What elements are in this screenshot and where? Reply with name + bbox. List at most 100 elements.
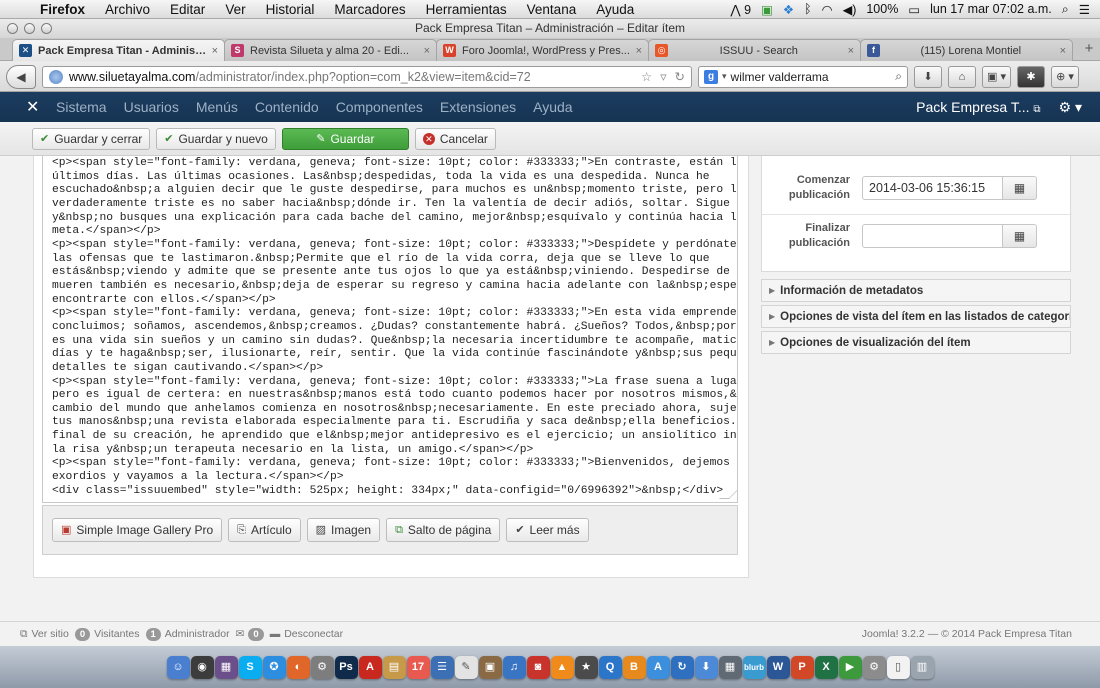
- accordion-item-view[interactable]: ▶ Opciones de visualización del ítem: [761, 331, 1071, 354]
- tab-close-icon[interactable]: ×: [848, 45, 854, 57]
- jmenu-usuarios[interactable]: Usuarios: [124, 99, 179, 115]
- menu-herramientas[interactable]: Herramientas: [416, 2, 517, 17]
- menu-button[interactable]: ⊕ ▾: [1050, 65, 1079, 88]
- tab-issuu[interactable]: ◎ ISSUU - Search ×: [648, 39, 861, 61]
- menu-editar[interactable]: Editar: [160, 2, 215, 17]
- search-icon[interactable]: ⌕: [895, 69, 902, 84]
- logout-link[interactable]: ▬ Desconectar: [270, 628, 343, 640]
- jmenu-extensiones[interactable]: Extensiones: [440, 99, 516, 115]
- mission-control-dock-icon[interactable]: ▦: [214, 655, 238, 679]
- tab-foro[interactable]: W Foro Joomla!, WordPress y Pres... ×: [436, 39, 649, 61]
- preview-dock-icon[interactable]: ▣: [478, 655, 502, 679]
- menu-archivo[interactable]: Archivo: [95, 2, 160, 17]
- dashboard-dock-icon[interactable]: ◉: [190, 655, 214, 679]
- downloads-button[interactable]: ⬇: [914, 65, 942, 88]
- notification-center-icon[interactable]: ☰: [1079, 2, 1090, 17]
- imovie-dock-icon[interactable]: ★: [574, 655, 598, 679]
- view-site-link[interactable]: ⧉ Ver sitio: [20, 628, 69, 641]
- notes-dock-icon[interactable]: ☰: [430, 655, 454, 679]
- calendar-dock-icon[interactable]: 17: [406, 655, 430, 679]
- menu-ver[interactable]: Ver: [215, 2, 255, 17]
- trash-dock-icon[interactable]: ▥: [910, 655, 934, 679]
- readmore-button[interactable]: ✔ Leer más: [506, 518, 589, 542]
- word-dock-icon[interactable]: W: [766, 655, 790, 679]
- user-gear-icon[interactable]: ⚙ ▾: [1059, 99, 1082, 116]
- tab-close-icon[interactable]: ×: [424, 45, 430, 57]
- bluetooth-icon[interactable]: ᛒ: [804, 2, 812, 16]
- accordion-metadata[interactable]: ▶ Información de metadatos: [761, 279, 1071, 302]
- cancel-button[interactable]: ✕ Cancelar: [414, 127, 496, 150]
- minimize-window-button[interactable]: [24, 23, 35, 34]
- menu-ventana[interactable]: Ventana: [517, 2, 587, 17]
- url-bar[interactable]: www.siluetayalma.com/administrator/index…: [42, 65, 692, 88]
- acrobat-dock-icon[interactable]: A: [358, 655, 382, 679]
- reload-icon[interactable]: ↻: [675, 69, 685, 84]
- bookmarks-button[interactable]: ▣ ▾: [982, 65, 1011, 88]
- adobe-icon[interactable]: ⋀ 9: [730, 2, 751, 17]
- save-close-button[interactable]: ✔ Guardar y cerrar: [32, 127, 151, 150]
- menu-app-name[interactable]: Firefox: [30, 2, 95, 17]
- tab-admin[interactable]: ✕ Pack Empresa Titan - Administ... ×: [12, 39, 225, 61]
- google-icon[interactable]: g: [704, 69, 718, 84]
- bookmark-star-icon[interactable]: ☆: [641, 69, 652, 84]
- jmenu-contenido[interactable]: Contenido: [255, 99, 319, 115]
- search-bar[interactable]: g ▾ wilmer valderrama ⌕: [698, 65, 908, 88]
- jmenu-sistema[interactable]: Sistema: [56, 99, 107, 115]
- blurb-dock-icon[interactable]: blurb: [742, 655, 766, 679]
- powerpoint-dock-icon[interactable]: P: [790, 655, 814, 679]
- search-input[interactable]: wilmer valderrama: [731, 70, 892, 84]
- menu-historial[interactable]: Historial: [256, 2, 325, 17]
- close-window-button[interactable]: [7, 23, 18, 34]
- app-store-dock-icon[interactable]: A: [646, 655, 670, 679]
- dropdown-arrow-icon[interactable]: ▿: [660, 69, 666, 84]
- evernote-icon[interactable]: ▣: [761, 2, 773, 17]
- spotlight-icon[interactable]: ⌕: [1062, 2, 1069, 17]
- jmenu-componentes[interactable]: Componentes: [336, 99, 423, 115]
- battery-percent[interactable]: 100%: [866, 2, 898, 16]
- dropbox-icon[interactable]: ❖: [783, 2, 794, 17]
- migration-dock-icon[interactable]: ↻: [670, 655, 694, 679]
- photoshop-dock-icon[interactable]: Ps: [334, 655, 358, 679]
- site-name-link[interactable]: Pack Empresa T... ⧉: [916, 99, 1040, 115]
- media-player-dock-icon[interactable]: ▶: [838, 655, 862, 679]
- document-dock-icon[interactable]: ▯: [886, 655, 910, 679]
- skype-dock-icon[interactable]: S: [238, 655, 262, 679]
- joomla-logo-icon[interactable]: ✕: [26, 97, 44, 117]
- vlc-dock-icon[interactable]: ▲: [550, 655, 574, 679]
- calculator-dock-icon[interactable]: ▦: [718, 655, 742, 679]
- tab-close-icon[interactable]: ×: [636, 45, 642, 57]
- tab-close-icon[interactable]: ×: [1060, 45, 1066, 57]
- ibooks-dock-icon[interactable]: B: [622, 655, 646, 679]
- back-button[interactable]: ◀: [6, 64, 36, 89]
- downloads-dock-icon[interactable]: ⬇: [694, 655, 718, 679]
- calendar-icon[interactable]: ▦: [1003, 224, 1037, 248]
- tab-facebook[interactable]: f (115) Lorena Montiel ×: [860, 39, 1073, 61]
- messages-status[interactable]: ✉ 0: [236, 627, 264, 641]
- jmenu-menus[interactable]: Menús: [196, 99, 238, 115]
- save-new-button[interactable]: ✔ Guardar y nuevo: [156, 127, 276, 150]
- volume-icon[interactable]: ◀): [843, 2, 857, 17]
- zoom-window-button[interactable]: [41, 23, 52, 34]
- photo-booth-dock-icon[interactable]: ◙: [526, 655, 550, 679]
- pagebreak-button[interactable]: ⧉ Salto de página: [386, 518, 501, 542]
- search-engine-dropdown-icon[interactable]: ▾: [722, 71, 727, 82]
- folder-dock-icon[interactable]: ▤: [382, 655, 406, 679]
- excel-dock-icon[interactable]: X: [814, 655, 838, 679]
- wifi-icon[interactable]: ◠: [822, 2, 833, 17]
- menu-ayuda[interactable]: Ayuda: [586, 2, 644, 17]
- start-publishing-input[interactable]: 2014-03-06 15:36:15: [862, 176, 1003, 200]
- addon-button[interactable]: ✱: [1016, 65, 1045, 88]
- itunes-dock-icon[interactable]: ♫: [502, 655, 526, 679]
- safari-dock-icon[interactable]: ✪: [262, 655, 286, 679]
- gallery-button[interactable]: ▣ Simple Image Gallery Pro: [52, 518, 223, 542]
- tab-revista[interactable]: S Revista Silueta y alma 20 - Edi... ×: [224, 39, 437, 61]
- system-preferences-dock-icon[interactable]: ⚙: [310, 655, 334, 679]
- menu-marcadores[interactable]: Marcadores: [324, 2, 415, 17]
- accordion-category-view[interactable]: ▶ Opciones de vista del ítem en las list…: [761, 305, 1071, 328]
- new-tab-button[interactable]: +: [1078, 38, 1100, 60]
- tab-close-icon[interactable]: ×: [212, 45, 218, 57]
- clock[interactable]: lun 17 mar 07:02 a.m.: [930, 2, 1052, 16]
- image-button[interactable]: ▨ Imagen: [306, 518, 381, 542]
- article-button[interactable]: ⎘ Artículo: [228, 518, 301, 542]
- html-editor-textarea[interactable]: <p><span style="font-family: verdana, ge…: [42, 156, 738, 503]
